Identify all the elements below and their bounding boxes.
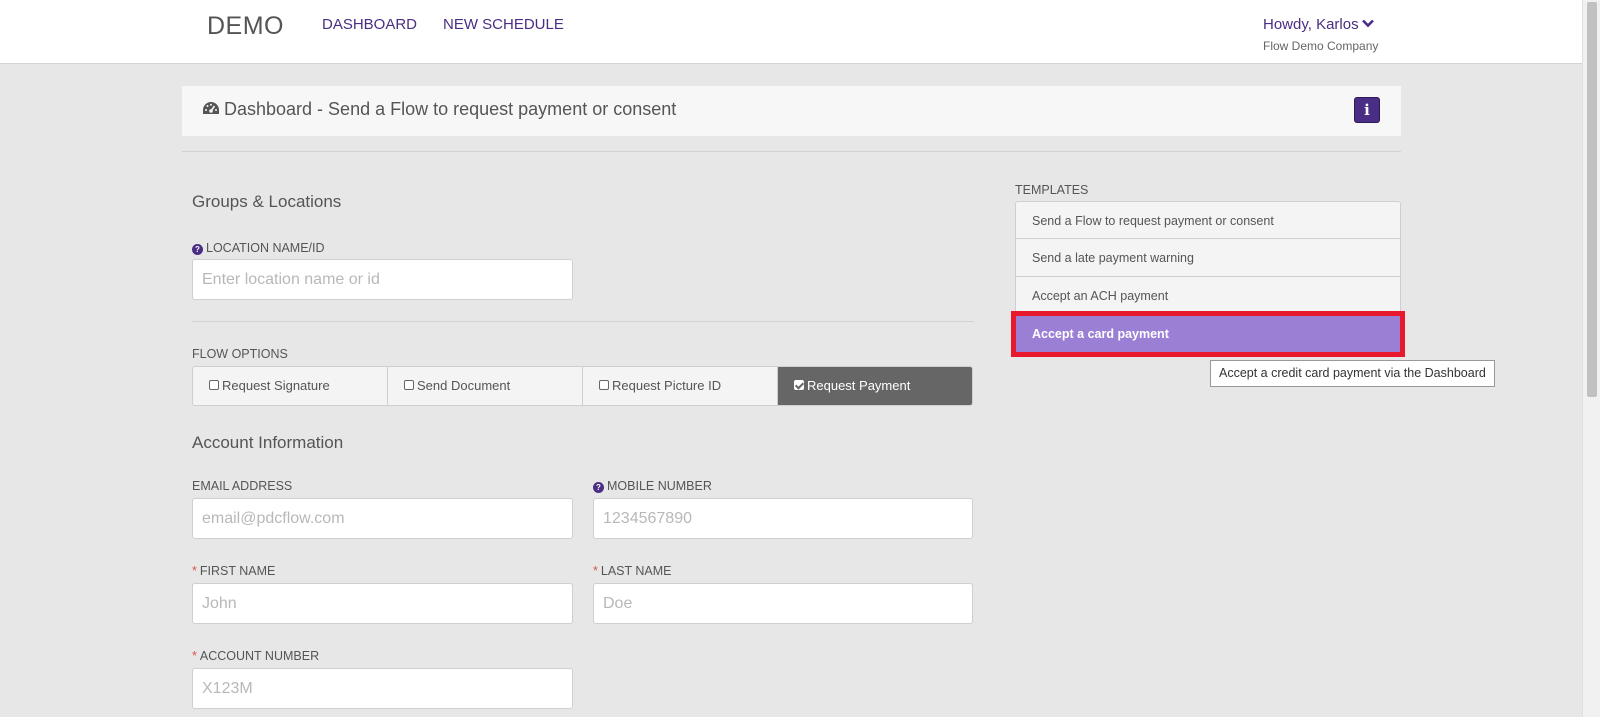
- mobile-input[interactable]: [593, 498, 973, 539]
- nav-link-new-schedule[interactable]: NEW SCHEDULE: [443, 16, 564, 33]
- templates-label: TEMPLATES: [1015, 183, 1089, 197]
- flow-option-request-signature[interactable]: Request Signature: [193, 367, 388, 405]
- templates-list: Send a Flow to request payment or consen…: [1011, 201, 1405, 357]
- required-marker: *: [192, 649, 197, 663]
- header-divider: [182, 151, 1401, 152]
- nav-link-dashboard[interactable]: DASHBOARD: [322, 16, 417, 33]
- flow-option-send-document[interactable]: Send Document: [388, 367, 583, 405]
- flow-option-request-picture-id[interactable]: Request Picture ID: [583, 367, 778, 405]
- first-name-input[interactable]: [192, 583, 573, 624]
- chevron-down-icon: [1361, 17, 1374, 31]
- email-label: EMAIL ADDRESS: [192, 479, 293, 493]
- form-divider: [192, 321, 974, 322]
- account-number-input[interactable]: [192, 668, 573, 709]
- page-scrollbar[interactable]: [1582, 0, 1600, 717]
- brand-logo[interactable]: DEMO: [207, 12, 284, 41]
- page-title-text: Dashboard - Send a Flow to request payme…: [224, 99, 677, 119]
- page-header-panel: Dashboard - Send a Flow to request payme…: [182, 86, 1401, 136]
- required-marker: *: [593, 564, 598, 578]
- email-input[interactable]: [192, 498, 573, 539]
- page-title: Dashboard - Send a Flow to request payme…: [202, 99, 676, 120]
- last-name-label: * LAST NAME: [593, 564, 672, 578]
- mobile-label: ? MOBILE NUMBER: [593, 479, 712, 493]
- flow-options-label: FLOW OPTIONS: [192, 347, 288, 361]
- account-information-title: Account Information: [192, 433, 344, 452]
- template-item[interactable]: Send a late payment warning: [1015, 239, 1401, 277]
- checkbox-icon: [404, 380, 414, 390]
- last-name-input[interactable]: [593, 583, 973, 624]
- first-name-label: * FIRST NAME: [192, 564, 276, 578]
- template-item-active[interactable]: Accept a card payment: [1011, 311, 1405, 357]
- flow-option-request-payment[interactable]: Request Payment: [778, 367, 972, 405]
- groups-locations-title: Groups & Locations: [192, 192, 342, 211]
- template-item[interactable]: Accept an ACH payment: [1015, 277, 1401, 315]
- checkbox-icon: [599, 380, 609, 390]
- account-number-label: * ACCOUNT NUMBER: [192, 649, 320, 663]
- help-icon[interactable]: ?: [593, 482, 604, 493]
- flow-options-group: Request Signature Send Document Request …: [192, 366, 973, 406]
- template-tooltip: Accept a credit card payment via the Das…: [1210, 360, 1495, 387]
- dashboard-gauge-icon: [203, 102, 219, 114]
- top-navbar: DEMO DASHBOARD NEW SCHEDULE Howdy, Karlo…: [0, 0, 1582, 64]
- location-label: ? LOCATION NAME/ID: [192, 241, 325, 255]
- template-item[interactable]: Send a Flow to request payment or consen…: [1015, 201, 1401, 239]
- checkbox-icon: [209, 380, 219, 390]
- user-menu[interactable]: Howdy, Karlos: [1263, 16, 1374, 33]
- info-button[interactable]: i: [1354, 97, 1380, 123]
- required-marker: *: [192, 564, 197, 578]
- help-icon[interactable]: ?: [192, 244, 203, 255]
- company-name: Flow Demo Company: [1263, 39, 1379, 53]
- location-input[interactable]: [192, 259, 573, 300]
- scrollbar-thumb[interactable]: [1587, 2, 1597, 397]
- user-greeting: Howdy, Karlos: [1263, 16, 1359, 33]
- checkbox-checked-icon: [794, 380, 804, 390]
